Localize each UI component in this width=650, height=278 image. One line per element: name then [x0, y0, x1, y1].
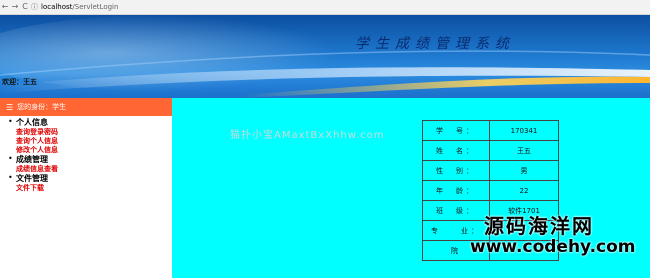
menu-item-query-password[interactable]: 查询登录密码: [16, 128, 172, 137]
sidebar: ☰ 您的身份：学生 个人信息 查询登录密码 查询个人信息 修改个人信息 成绩管理…: [0, 98, 172, 278]
group-title: 文件管理: [16, 174, 48, 183]
group-title: 个人信息: [16, 118, 48, 127]
url-path: /ServletLogin: [72, 3, 119, 11]
menu-item-view-grades[interactable]: 成绩信息查看: [16, 165, 172, 174]
table-row: 年 龄： 22: [422, 180, 559, 201]
welcome-text: 欢迎：王五: [2, 78, 37, 86]
system-title: 学生成绩管理系统: [355, 36, 515, 52]
site-watermark-url: www.codehy.com: [470, 237, 636, 257]
menu-icon: ☰: [6, 102, 14, 112]
menu-item-edit-personal-info[interactable]: 修改个人信息: [16, 146, 172, 155]
site-watermark-cn: 源码海洋网: [484, 214, 594, 238]
menu-group-grades: 成绩管理 成绩信息查看: [8, 154, 172, 174]
faint-watermark: 猫扑小宝AMaxtBxXhhw.com: [230, 130, 385, 141]
nav-menu: 个人信息 查询登录密码 查询个人信息 修改个人信息 成绩管理 成绩信息查看 文件…: [0, 116, 172, 193]
field-label: 姓 名：: [422, 140, 490, 161]
info-icon[interactable]: ⓘ: [30, 2, 39, 12]
menu-item-query-personal-info[interactable]: 查询个人信息: [16, 137, 172, 146]
field-label: 学 号：: [422, 120, 490, 141]
field-value: 男: [489, 160, 559, 181]
banner-swoosh-graphic: [0, 15, 650, 98]
field-value: 王五: [489, 140, 559, 161]
reload-button[interactable]: C: [20, 0, 30, 14]
menu-group-files: 文件管理 文件下载: [8, 173, 172, 193]
browser-toolbar: ← → C ⓘ localhost/ServletLogin: [0, 0, 650, 15]
field-label: 年 龄：: [422, 180, 490, 201]
table-row: 性 别：男: [422, 160, 559, 181]
group-title: 成绩管理: [16, 155, 48, 164]
site-watermark: 源码海洋网 www.codehy.com: [470, 216, 636, 256]
identity-label: 您的身份：学生: [17, 103, 67, 111]
sidebar-header: ☰ 您的身份：学生: [0, 98, 172, 116]
menu-group-personal-info: 个人信息 查询登录密码 查询个人信息 修改个人信息: [8, 117, 172, 155]
address-bar[interactable]: localhost/ServletLogin: [41, 3, 118, 11]
url-host: localhost: [41, 3, 73, 11]
field-label: 性 别：: [422, 160, 490, 181]
forward-button[interactable]: →: [10, 0, 20, 14]
table-row: 学 号： 170341: [422, 120, 559, 141]
table-row: 姓 名： 王五: [422, 140, 559, 161]
field-value: 22: [489, 180, 559, 201]
back-button[interactable]: ←: [0, 0, 10, 14]
field-value: 170341: [489, 120, 559, 141]
menu-item-file-download[interactable]: 文件下载: [16, 184, 172, 193]
header-banner: 学生成绩管理系统 欢迎：王五: [0, 15, 650, 98]
